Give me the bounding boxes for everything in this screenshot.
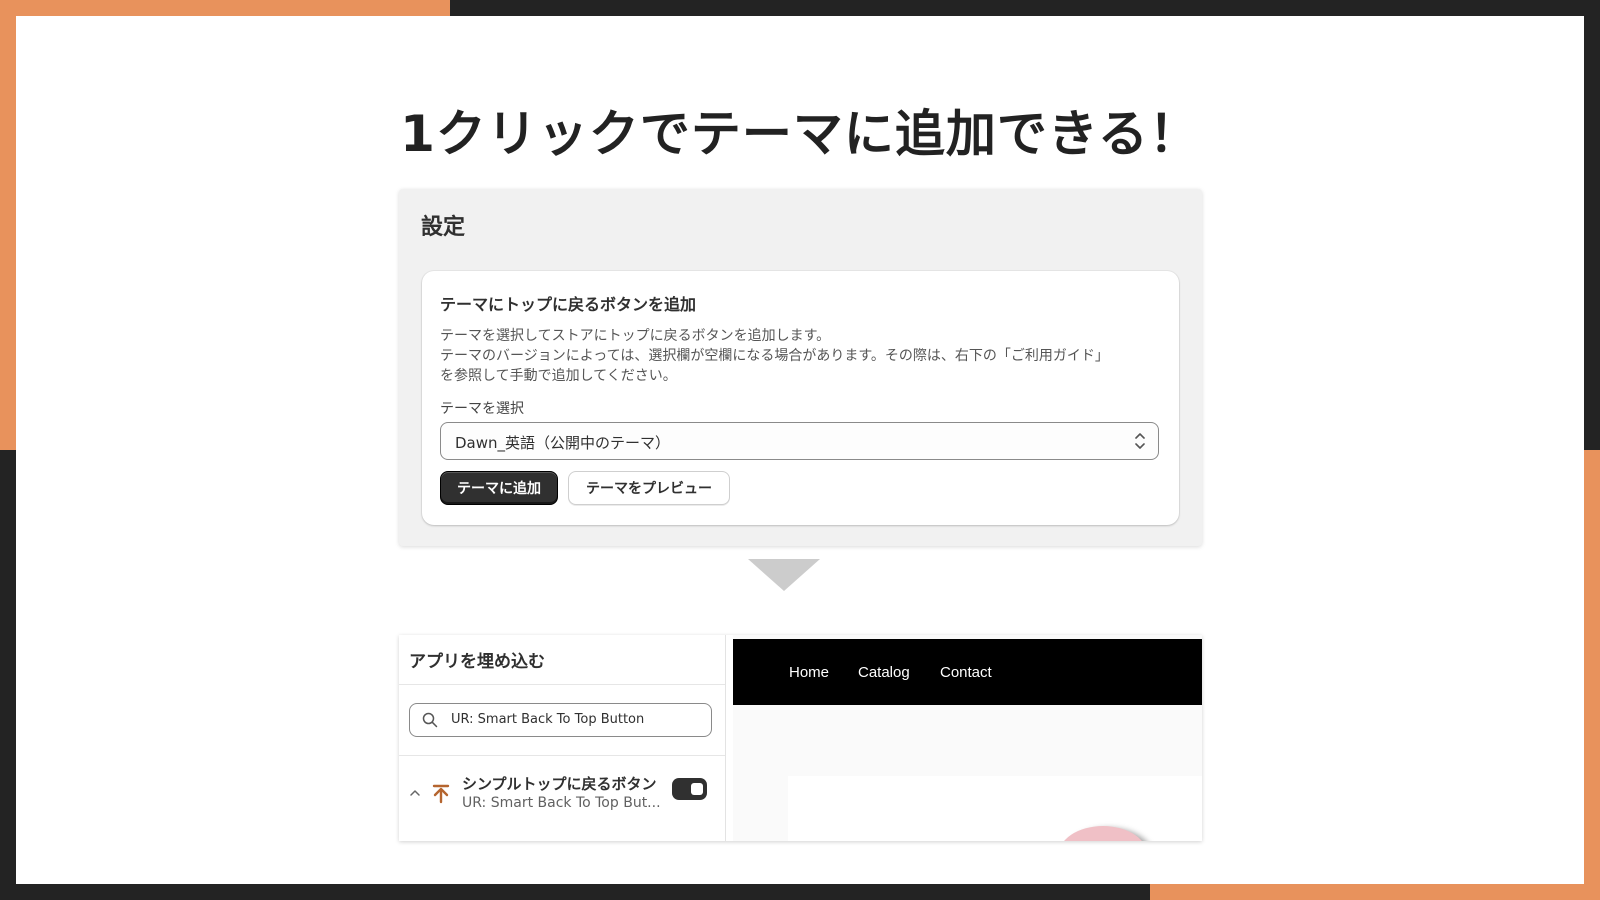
theme-select-label: テーマを選択	[440, 401, 524, 417]
settings-title: 設定	[421, 215, 466, 240]
preview-theme-button[interactable]: テーマをプレビュー	[568, 471, 730, 505]
divider	[399, 755, 725, 756]
description-line: テーマを選択してストアにトップに戻るボタンを追加します。	[440, 328, 831, 344]
app-embed-panel: アプリを埋め込む UR: Smart Back To Top Button シン…	[399, 635, 1202, 841]
chevron-up-icon[interactable]	[409, 787, 421, 802]
settings-panel: 設定 テーマにトップに戻るボタンを追加 テーマを選択してストアにトップに戻るボタ…	[399, 189, 1202, 546]
search-icon	[422, 712, 438, 732]
card-heading: テーマにトップに戻るボタンを追加	[440, 295, 697, 314]
slide-title: 1クリックでテーマに追加できる！	[400, 105, 1200, 163]
app-embed-row: シンプルトップに戻るボタン UR: Smart Back To Top But.…	[399, 773, 725, 835]
add-to-theme-button[interactable]: テーマに追加	[440, 471, 558, 505]
nav-link-catalog[interactable]: Catalog	[858, 664, 910, 681]
app-embed-sidebar: アプリを埋め込む UR: Smart Back To Top Button シン…	[399, 635, 726, 841]
card-description: テーマを選択してストアにトップに戻るボタンを追加します。 テーマのバージョンによ…	[440, 326, 1170, 386]
theme-select-value: Dawn_英語（公開中のテーマ）	[455, 434, 671, 452]
arrow-down-icon	[748, 559, 820, 591]
store-content-area	[788, 776, 1202, 841]
app-search-value: UR: Smart Back To Top Button	[451, 712, 645, 727]
nav-link-contact[interactable]: Contact	[940, 664, 992, 681]
chevron-up-down-icon	[1134, 429, 1146, 455]
add-to-theme-card: テーマにトップに戻るボタンを追加 テーマを選択してストアにトップに戻るボタンを追…	[422, 271, 1179, 525]
theme-select[interactable]: Dawn_英語（公開中のテーマ）	[440, 422, 1159, 460]
app-subtitle: UR: Smart Back To Top But...	[462, 795, 661, 811]
description-line: を参照して手動で追加してください。	[440, 368, 677, 384]
nav-link-home[interactable]: Home	[789, 664, 829, 681]
arrow-up-to-line-icon	[432, 784, 450, 808]
store-preview: Home Catalog Contact	[733, 635, 1202, 841]
app-name: シンプルトップに戻るボタン	[462, 775, 657, 793]
store-nav-bar: Home Catalog Contact	[733, 639, 1202, 705]
description-line: テーマのバージョンによっては、選択欄が空欄になる場合があります。その際は、右下の…	[440, 348, 1109, 364]
app-search-input[interactable]: UR: Smart Back To Top Button	[409, 703, 712, 737]
app-embed-toggle[interactable]	[672, 778, 707, 800]
app-embed-title: アプリを埋め込む	[409, 652, 545, 672]
divider	[399, 684, 725, 685]
toggle-knob	[691, 783, 703, 795]
